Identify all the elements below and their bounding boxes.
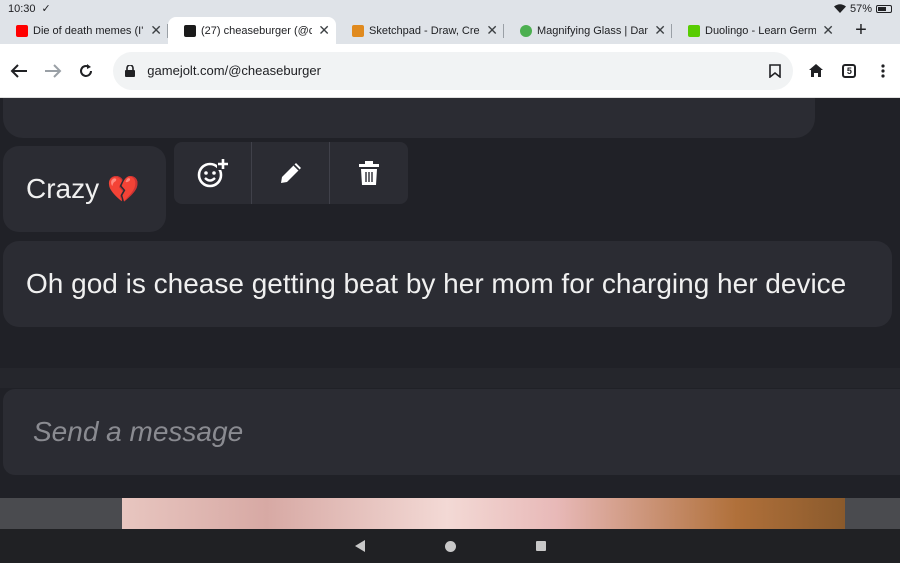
wifi-icon bbox=[833, 4, 846, 13]
close-icon[interactable]: ✕ bbox=[654, 22, 666, 39]
tab-gamejolt[interactable]: (27) cheaseburger (@cheas ✕ bbox=[168, 17, 336, 44]
previous-message-bubble bbox=[3, 98, 815, 138]
background-artwork bbox=[122, 498, 845, 529]
delete-button[interactable] bbox=[330, 142, 408, 204]
tab-title: Duolingo - Learn German wi bbox=[705, 24, 817, 37]
fandom-icon bbox=[520, 24, 532, 37]
message-composer bbox=[3, 389, 900, 475]
pencil-icon bbox=[280, 163, 301, 183]
menu-icon[interactable] bbox=[866, 54, 900, 88]
sketchpad-icon bbox=[352, 24, 364, 37]
nav-home-icon[interactable] bbox=[444, 540, 456, 552]
home-icon[interactable] bbox=[799, 54, 833, 88]
address-bar[interactable]: gamejolt.com/@cheaseburger bbox=[113, 51, 793, 90]
battery-percent: 57% bbox=[849, 2, 872, 15]
close-icon[interactable]: ✕ bbox=[150, 22, 162, 39]
nav-back-icon[interactable] bbox=[354, 540, 365, 552]
tab-title: Magnifying Glass | Dandy's W bbox=[537, 24, 649, 37]
reload-icon[interactable] bbox=[70, 54, 104, 88]
tab-fandom[interactable]: Magnifying Glass | Dandy's W ✕ bbox=[504, 17, 672, 44]
tab-strip: Die of death memes (I'm so ✕ (27) chease… bbox=[0, 17, 900, 44]
tab-count: 5 bbox=[842, 63, 857, 78]
tab-title: Die of death memes (I'm so bbox=[33, 24, 144, 37]
broken-heart-emoji: 💔 bbox=[107, 173, 140, 204]
close-icon[interactable]: ✕ bbox=[318, 22, 330, 39]
tab-title: (27) cheaseburger (@cheas bbox=[201, 24, 313, 37]
back-icon[interactable] bbox=[2, 54, 36, 88]
duolingo-icon bbox=[688, 24, 700, 37]
chat-content: Crazy 💔 Oh god is chease getting beat by… bbox=[0, 98, 900, 529]
close-icon[interactable]: ✕ bbox=[486, 22, 498, 39]
message-text: Crazy bbox=[26, 173, 100, 204]
battery-icon bbox=[876, 4, 892, 13]
divider bbox=[0, 368, 900, 388]
edit-button[interactable] bbox=[252, 142, 330, 204]
message-input[interactable] bbox=[33, 416, 733, 448]
message-bubble[interactable]: Crazy 💔 bbox=[3, 146, 166, 232]
tab-sketchpad[interactable]: Sketchpad - Draw, Create, Sh ✕ bbox=[336, 17, 504, 44]
browser-toolbar: gamejolt.com/@cheaseburger 5 bbox=[0, 44, 900, 98]
tab-youtube[interactable]: Die of death memes (I'm so ✕ bbox=[0, 17, 168, 44]
message-bubble[interactable]: Oh god is chease getting beat by her mom… bbox=[3, 241, 892, 327]
close-icon[interactable]: ✕ bbox=[822, 22, 834, 39]
bookmark-icon[interactable] bbox=[768, 63, 781, 78]
system-nav-bar bbox=[0, 529, 900, 563]
tab-switcher-button[interactable]: 5 bbox=[832, 54, 866, 88]
download-done-icon: ✓ bbox=[41, 3, 51, 15]
nav-recents-icon[interactable] bbox=[535, 541, 546, 551]
forward-icon[interactable] bbox=[36, 54, 70, 88]
lock-icon bbox=[125, 64, 136, 77]
tab-duolingo[interactable]: Duolingo - Learn German wi ✕ bbox=[672, 17, 840, 44]
gamejolt-icon bbox=[184, 24, 196, 37]
status-bar: 10:30 ✓ 57% bbox=[0, 0, 900, 17]
clock: 10:30 bbox=[8, 2, 36, 15]
url-text: gamejolt.com/@cheaseburger bbox=[147, 63, 321, 78]
tab-title: Sketchpad - Draw, Create, Sh bbox=[369, 24, 480, 37]
youtube-icon bbox=[16, 24, 28, 37]
trash-icon bbox=[359, 161, 379, 185]
add-reaction-icon bbox=[197, 158, 229, 188]
add-reaction-button[interactable] bbox=[174, 142, 252, 204]
message-text: Oh god is chease getting beat by her mom… bbox=[26, 268, 847, 299]
message-actions bbox=[174, 142, 408, 204]
new-tab-icon[interactable]: + bbox=[848, 19, 874, 42]
